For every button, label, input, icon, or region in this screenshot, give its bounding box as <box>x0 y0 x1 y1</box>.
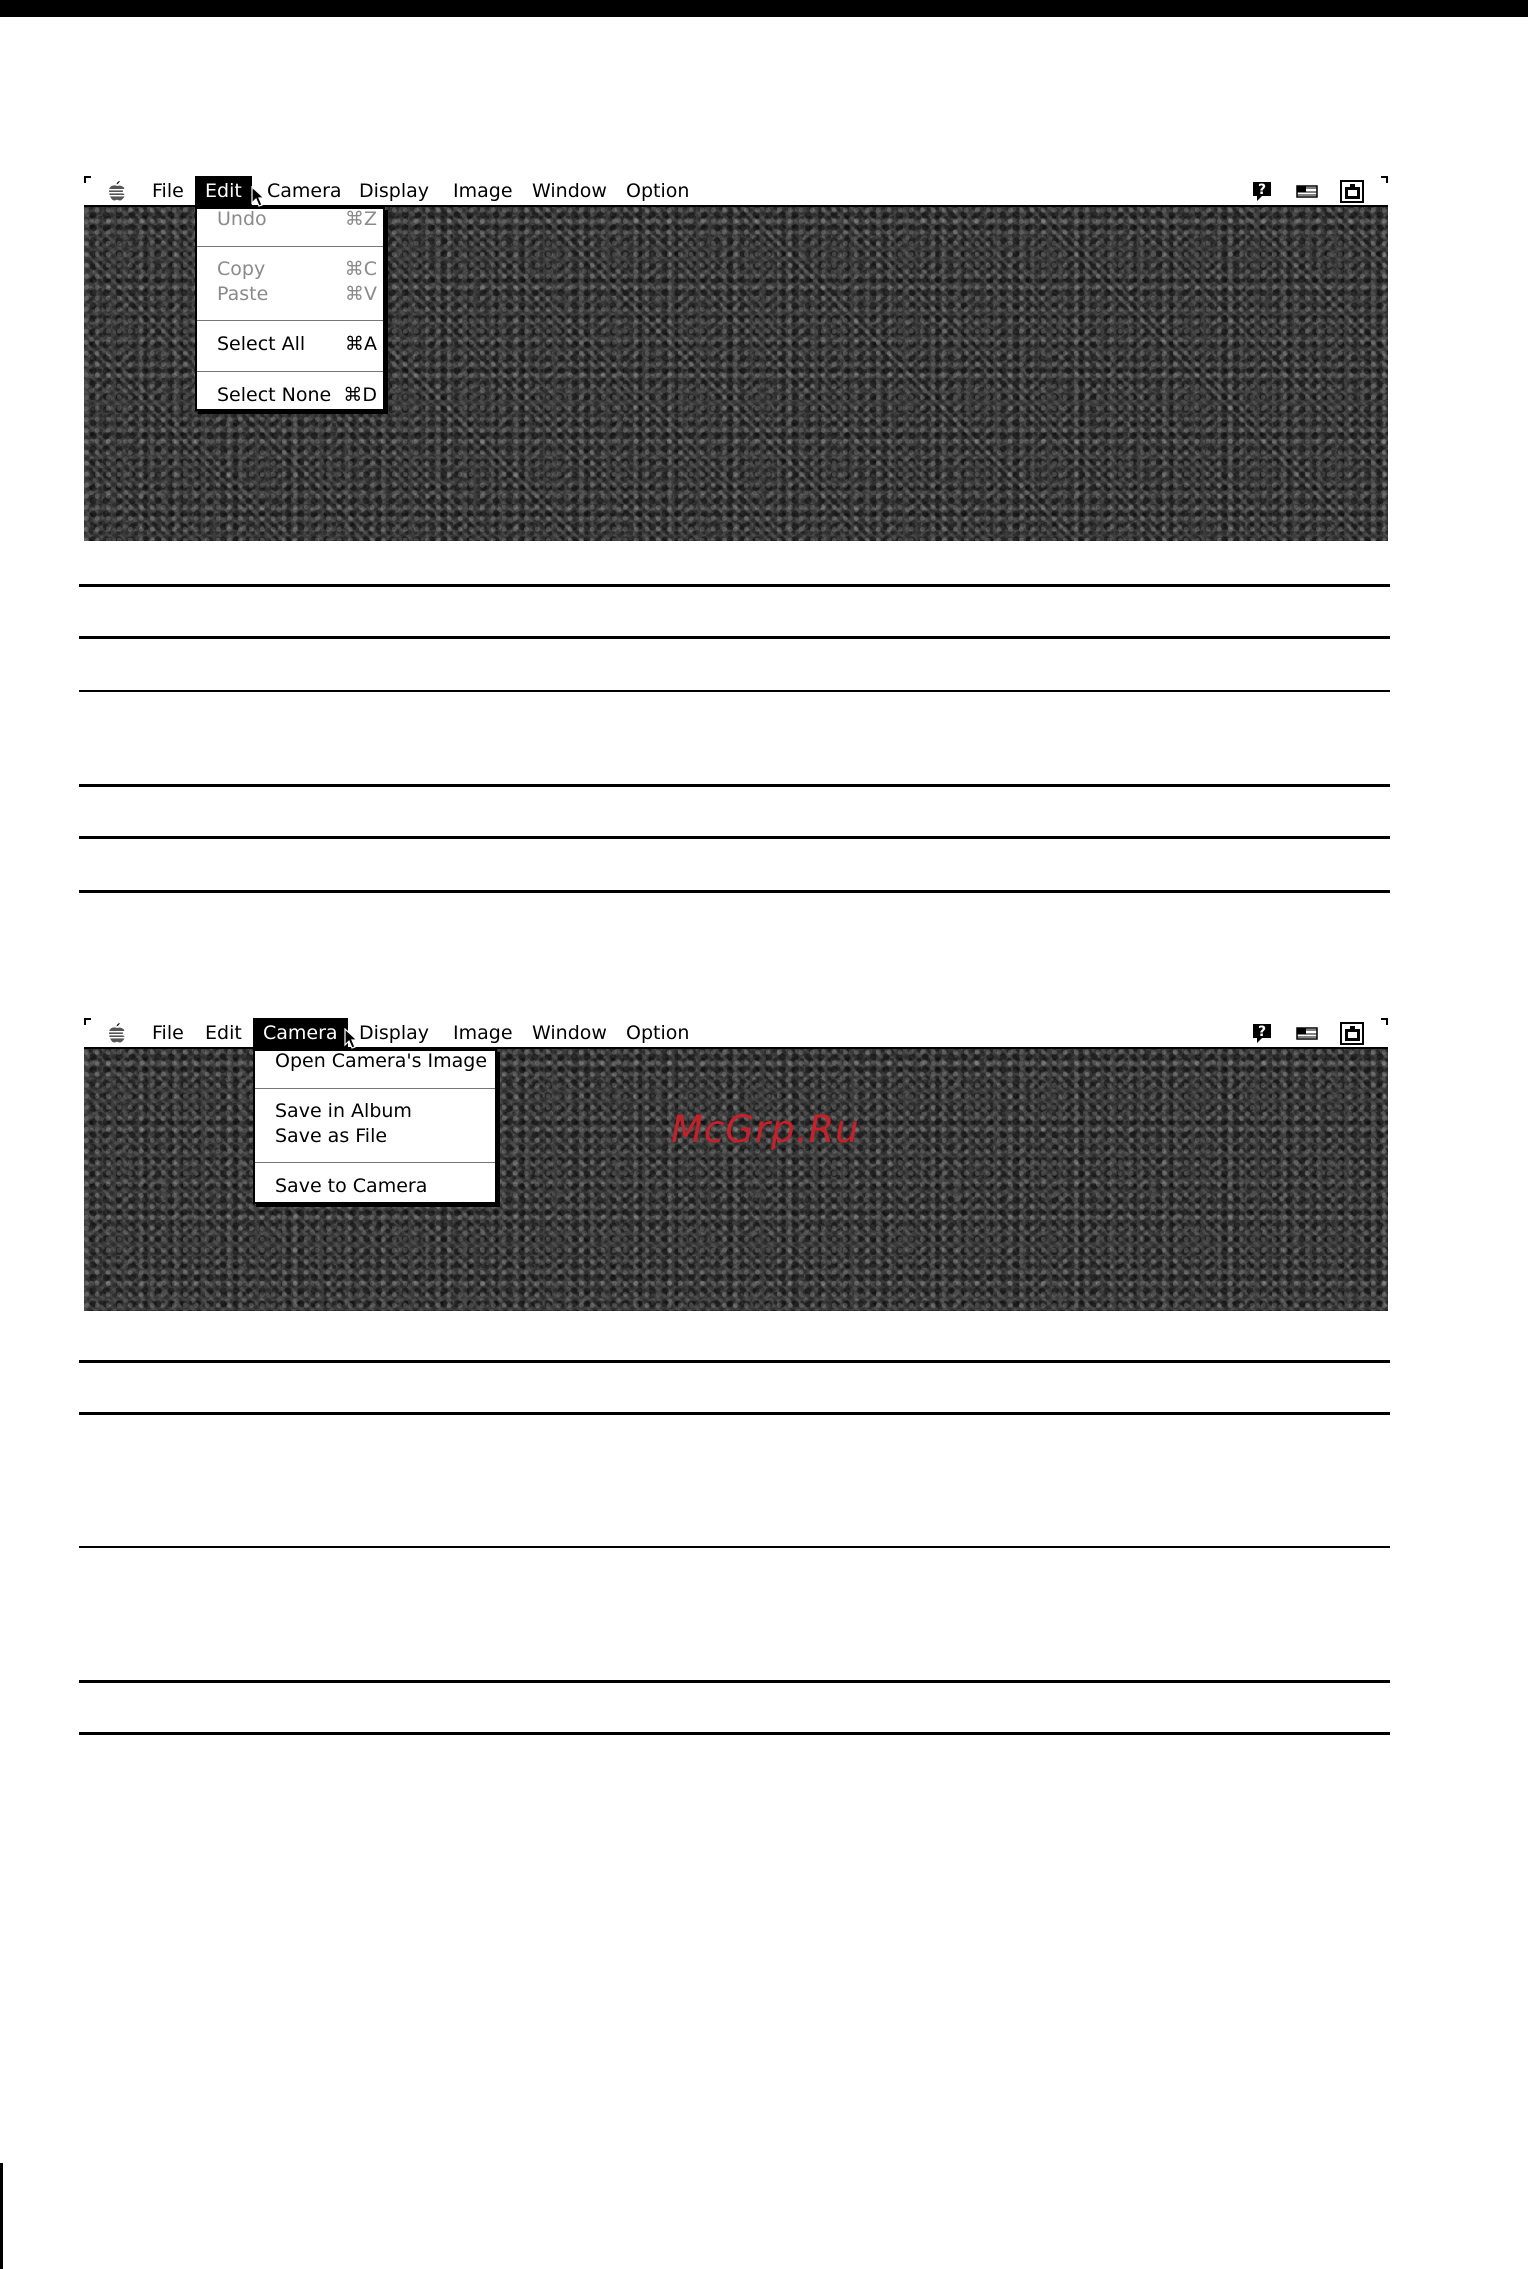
menu-separator <box>197 371 383 372</box>
application-icon[interactable] <box>1339 1021 1365 1045</box>
menu-edit[interactable]: Edit <box>195 1018 252 1047</box>
menu-separator <box>255 1088 495 1089</box>
select-all-label: Select All <box>217 333 306 355</box>
table-rule <box>79 836 1390 839</box>
menu-item-open-camera-image[interactable]: Open Camera's Image <box>255 1049 495 1074</box>
select-all-shortcut: ⌘A <box>345 333 377 355</box>
menu-window[interactable]: Window <box>522 176 617 205</box>
table-rule <box>79 636 1390 639</box>
table-rule <box>79 1732 1390 1735</box>
corner-mark <box>1381 1018 1388 1025</box>
table-rule <box>79 1546 1390 1548</box>
save-to-camera-label: Save to Camera <box>275 1175 428 1197</box>
save-in-album-label: Save in Album <box>275 1100 412 1122</box>
menu-item-copy[interactable]: Copy ⌘C <box>197 257 383 282</box>
copy-shortcut: ⌘C <box>344 258 377 280</box>
menu-item-select-all[interactable]: Select All ⌘A <box>197 332 383 357</box>
save-as-file-label: Save as File <box>275 1125 388 1147</box>
select-none-label: Select None <box>217 384 332 406</box>
menu-option[interactable]: Option <box>616 1018 699 1047</box>
open-camera-image-label: Open Camera's Image <box>275 1050 488 1072</box>
pointer-cursor-icon <box>344 1028 359 1049</box>
apple-icon[interactable] <box>107 1022 127 1044</box>
menu-item-save-to-camera[interactable]: Save to Camera <box>255 1174 495 1199</box>
edit-menu-dropdown: Undo ⌘Z Copy ⌘C Paste ⌘V Select All ⌘A S… <box>195 207 385 411</box>
menu-display[interactable]: Display <box>349 1018 439 1047</box>
table-rule <box>79 690 1390 692</box>
menu-camera[interactable]: Camera <box>253 1018 348 1047</box>
table-rule <box>79 584 1390 587</box>
corner-mark <box>84 176 91 183</box>
help-icon[interactable]: ? <box>1249 179 1275 203</box>
table-rule <box>79 1412 1390 1415</box>
pointer-cursor-icon <box>251 186 266 207</box>
menu-image[interactable]: Image <box>443 176 523 205</box>
menu-item-select-none[interactable]: Select None ⌘D <box>197 383 383 408</box>
paste-shortcut: ⌘V <box>345 283 377 305</box>
menu-image[interactable]: Image <box>443 1018 523 1047</box>
menu-camera[interactable]: Camera <box>257 176 352 205</box>
svg-text:?: ? <box>1258 182 1266 198</box>
edit-menu-screenshot: File Edit Camera Display Image Window Op… <box>84 176 1388 541</box>
menu-item-undo[interactable]: Undo ⌘Z <box>197 207 383 232</box>
menu-item-save-as-file[interactable]: Save as File <box>255 1124 495 1149</box>
menu-file[interactable]: File <box>142 176 194 205</box>
copy-label: Copy <box>217 258 266 280</box>
select-none-shortcut: ⌘D <box>343 384 377 406</box>
menu-bar: File Edit Camera Display Image Window Op… <box>84 1018 1388 1049</box>
watermark-text: McGrp.Ru <box>671 1108 860 1151</box>
svg-text:?: ? <box>1258 1024 1266 1040</box>
menu-bar: File Edit Camera Display Image Window Op… <box>84 176 1388 207</box>
camera-menu-dropdown: Open Camera's Image Save in Album Save a… <box>253 1049 497 1204</box>
paste-label: Paste <box>217 283 269 305</box>
menu-display[interactable]: Display <box>349 176 439 205</box>
undo-shortcut: ⌘Z <box>344 208 377 230</box>
table-rule <box>79 1680 1390 1683</box>
menu-item-save-in-album[interactable]: Save in Album <box>255 1099 495 1124</box>
camera-menu-screenshot: File Edit Camera Display Image Window Op… <box>84 1018 1388 1311</box>
corner-mark <box>84 1018 91 1025</box>
undo-label: Undo <box>217 208 267 230</box>
keyboard-icon[interactable] <box>1294 1021 1320 1045</box>
apple-icon[interactable] <box>107 180 127 202</box>
page-edge-mark <box>0 2163 3 2269</box>
menu-edit[interactable]: Edit <box>195 176 252 205</box>
menu-file[interactable]: File <box>142 1018 194 1047</box>
corner-mark <box>1381 176 1388 183</box>
application-icon[interactable] <box>1339 179 1365 203</box>
menu-option[interactable]: Option <box>616 176 699 205</box>
menu-window[interactable]: Window <box>522 1018 617 1047</box>
table-rule <box>79 890 1390 893</box>
keyboard-icon[interactable] <box>1294 179 1320 203</box>
table-rule <box>79 784 1390 787</box>
menu-item-paste[interactable]: Paste ⌘V <box>197 282 383 307</box>
menu-separator <box>255 1162 495 1163</box>
menu-separator <box>197 246 383 247</box>
menu-separator <box>197 320 383 321</box>
page-header-bar <box>0 0 1528 17</box>
table-rule <box>79 1360 1390 1363</box>
help-icon[interactable]: ? <box>1249 1021 1275 1045</box>
